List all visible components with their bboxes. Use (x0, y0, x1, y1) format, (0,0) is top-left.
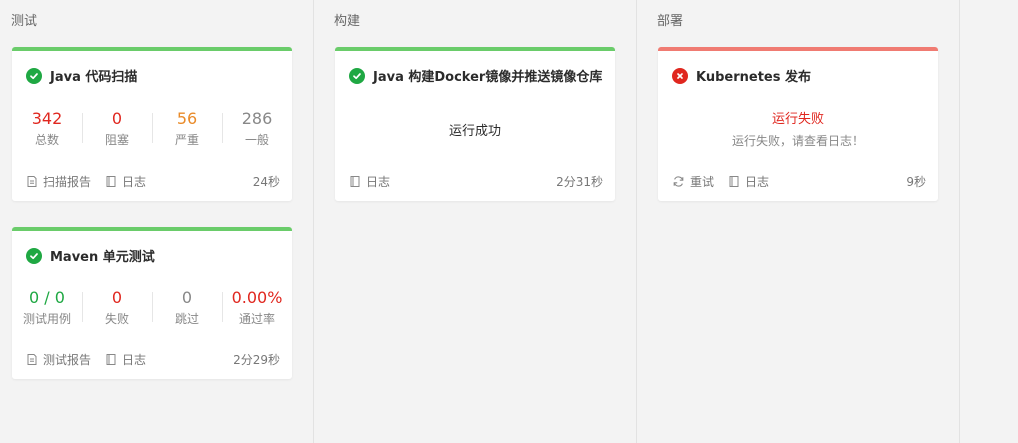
job-title-text: Java 构建Docker镜像并推送镜像仓库 (373, 70, 603, 85)
log-icon (729, 176, 739, 187)
job-title[interactable]: Maven 单元测试 (26, 246, 155, 265)
stat-label: 阻塞 (104, 133, 129, 147)
stat-label: 严重 (174, 133, 199, 147)
stat-value: 0 (111, 109, 123, 128)
stage-divider (313, 0, 314, 443)
stat-label: 总数 (34, 133, 59, 147)
status-detail: 运行失败，请查看日志！ (731, 134, 864, 148)
stat-label: 一般 (244, 133, 269, 147)
job-card-code-scan[interactable]: Java 代码扫描 342 总数 0 阻塞 56 严重 286 一般 扫描报告 … (12, 47, 292, 201)
status-bar (12, 47, 292, 51)
job-title-text: Maven 单元测试 (50, 250, 155, 265)
report-icon (27, 354, 37, 365)
retry-link[interactable]: 重试 (672, 173, 714, 190)
stat-test-cases[interactable]: 0 / 0 测试用例 (12, 288, 82, 327)
job-card-k8s-deploy[interactable]: Kubernetes 发布 运行失败 运行失败，请查看日志！ 重试 日志 9秒 (658, 47, 938, 201)
job-duration: 9秒 (906, 175, 926, 189)
stat-normal[interactable]: 286 一般 (222, 109, 292, 148)
scan-report-label: 扫描报告 (43, 175, 92, 189)
stat-value: 56 (176, 109, 198, 128)
log-link[interactable]: 日志 (349, 173, 390, 190)
job-title[interactable]: Kubernetes 发布 (672, 66, 811, 85)
stage-title: 测试 (11, 14, 38, 29)
log-link[interactable]: 日志 (105, 351, 146, 368)
stat-label: 测试用例 (22, 312, 71, 326)
card-footer: 测试报告 日志 2分29秒 (26, 351, 280, 368)
card-footer: 重试 日志 9秒 (672, 173, 926, 190)
check-circle-icon (26, 67, 42, 84)
job-duration: 2分31秒 (556, 175, 603, 189)
stat-value: 342 (31, 109, 63, 128)
stat-value: 0 (111, 288, 123, 307)
scan-stats: 342 总数 0 阻塞 56 严重 286 一般 (12, 109, 292, 148)
status-message: 运行成功 (448, 124, 501, 139)
stat-value: 0 / 0 (29, 288, 65, 307)
check-circle-icon (26, 247, 42, 264)
stage-title: 部署 (657, 14, 684, 29)
stat-value: 286 (241, 109, 273, 128)
job-title-text: Kubernetes 发布 (696, 70, 812, 85)
stage-title: 构建 (334, 14, 361, 29)
card-footer: 扫描报告 日志 24秒 (26, 173, 280, 190)
card-footer: 日志 2分31秒 (349, 173, 603, 190)
stat-value: 0 (181, 288, 193, 307)
stat-failed[interactable]: 0 失败 (82, 288, 152, 327)
status-bar (658, 47, 938, 51)
stat-skipped[interactable]: 0 跳过 (152, 288, 222, 327)
job-card-unit-test[interactable]: Maven 单元测试 0 / 0 测试用例 0 失败 0 跳过 0.00% 通过… (12, 227, 292, 379)
log-icon (106, 176, 116, 187)
retry-icon (673, 176, 684, 187)
log-link[interactable]: 日志 (105, 173, 146, 190)
status-bar (335, 47, 615, 51)
log-icon (106, 354, 116, 365)
test-report-link[interactable]: 测试报告 (26, 351, 91, 368)
log-label: 日志 (745, 175, 770, 189)
test-stats: 0 / 0 测试用例 0 失败 0 跳过 0.00% 通过率 (12, 288, 292, 327)
log-link[interactable]: 日志 (728, 173, 769, 190)
status-bar (12, 227, 292, 231)
stat-label: 失败 (104, 312, 129, 326)
scan-report-link[interactable]: 扫描报告 (26, 173, 91, 190)
error-circle-icon (672, 67, 688, 84)
stage-deploy: 部署 Kubernetes 发布 运行失败 运行失败，请查看日志！ 重试 日志 (646, 0, 959, 443)
log-icon (350, 176, 360, 187)
job-title[interactable]: Java 构建Docker镜像并推送镜像仓库 (349, 66, 602, 85)
stat-critical[interactable]: 56 严重 (152, 109, 222, 148)
log-label: 日志 (122, 175, 147, 189)
log-label: 日志 (366, 175, 391, 189)
report-icon (27, 176, 37, 187)
stat-blocker[interactable]: 0 阻塞 (82, 109, 152, 148)
stat-pass-rate[interactable]: 0.00% 通过率 (222, 288, 292, 327)
stage-divider (959, 0, 960, 443)
job-title[interactable]: Java 代码扫描 (26, 66, 137, 85)
job-title-text: Java 代码扫描 (50, 70, 138, 85)
stat-label: 跳过 (174, 312, 199, 326)
job-duration: 24秒 (252, 175, 280, 189)
stage-test: 测试 Java 代码扫描 342 总数 0 阻塞 56 严重 286 一般 扫描… (0, 0, 313, 443)
test-report-label: 测试报告 (43, 353, 92, 367)
pipeline-board: 测试 Java 代码扫描 342 总数 0 阻塞 56 严重 286 一般 扫描… (0, 0, 1018, 443)
job-card-docker-build[interactable]: Java 构建Docker镜像并推送镜像仓库 运行成功 日志 2分31秒 (335, 47, 615, 201)
status-message: 运行失败 (771, 112, 824, 127)
check-circle-icon (349, 67, 365, 84)
job-duration: 2分29秒 (233, 353, 280, 367)
stage-divider (636, 0, 637, 443)
log-label: 日志 (122, 353, 147, 367)
stat-label: 通过率 (238, 312, 275, 326)
stat-total[interactable]: 342 总数 (12, 109, 82, 148)
retry-label: 重试 (690, 175, 715, 189)
stage-build: 构建 Java 构建Docker镜像并推送镜像仓库 运行成功 日志 2分31秒 (323, 0, 636, 443)
stat-value: 0.00% (231, 288, 283, 307)
